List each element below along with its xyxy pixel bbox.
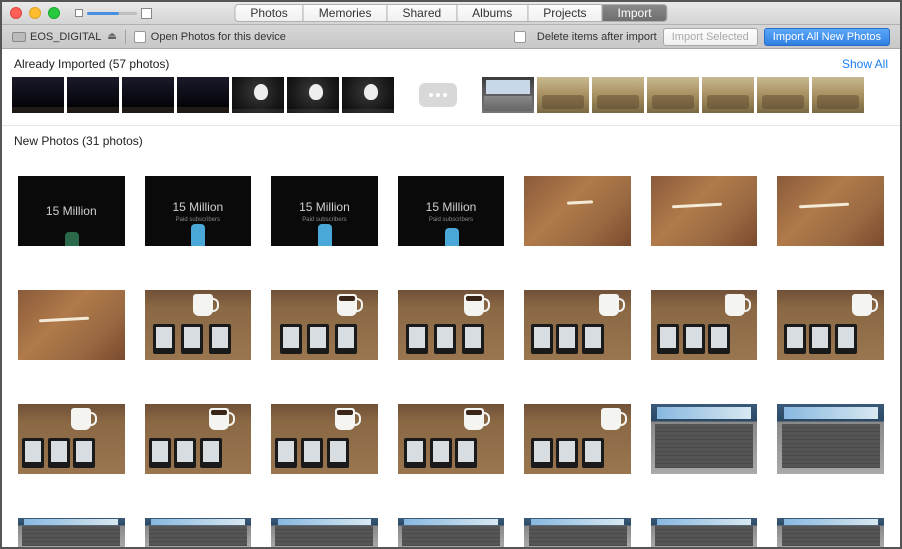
photo-thumbnail[interactable]	[777, 176, 884, 246]
thumbnail[interactable]	[122, 77, 174, 113]
thumbnail[interactable]	[232, 77, 284, 113]
imported-header: Already Imported (57 photos) Show All	[2, 49, 900, 77]
tab-photos[interactable]: Photos	[234, 4, 302, 22]
photo-thumbnail[interactable]	[398, 290, 505, 360]
imported-strip	[2, 77, 900, 126]
close-icon[interactable]	[10, 7, 22, 19]
photo-thumbnail[interactable]	[651, 404, 758, 474]
minimize-icon[interactable]	[29, 7, 41, 19]
slide-text: 15 Million	[46, 204, 97, 218]
eject-icon[interactable]: ⏏	[107, 31, 116, 42]
imported-title: Already Imported (57 photos)	[14, 57, 169, 71]
new-photos-title: New Photos (31 photos)	[14, 134, 143, 148]
photo-thumbnail[interactable]	[777, 404, 884, 474]
open-photos-checkbox[interactable]	[134, 31, 146, 43]
photo-thumbnail[interactable]: 15 Million	[18, 176, 125, 246]
slide-text: 15 Million	[173, 200, 224, 214]
thumbnail[interactable]	[757, 77, 809, 113]
import-all-button[interactable]: Import All New Photos	[764, 28, 890, 46]
delete-after-checkbox[interactable]	[514, 31, 526, 43]
zoom-in-icon	[141, 8, 152, 19]
photo-thumbnail[interactable]	[524, 404, 631, 474]
content-area[interactable]: Already Imported (57 photos) Show All Ne…	[2, 49, 900, 547]
photo-thumbnail[interactable]	[651, 176, 758, 246]
thumbnail[interactable]	[812, 77, 864, 113]
tab-projects[interactable]: Projects	[527, 4, 601, 22]
zoom-track[interactable]	[87, 12, 137, 15]
photo-thumbnail[interactable]	[271, 290, 378, 360]
thumbnail[interactable]	[177, 77, 229, 113]
zoom-out-icon	[75, 9, 83, 17]
titlebar: Photos Memories Shared Albums Projects I…	[2, 2, 900, 25]
photo-thumbnail[interactable]	[777, 518, 884, 547]
tab-albums[interactable]: Albums	[456, 4, 527, 22]
slide-sub: Paid subscribers	[176, 217, 220, 223]
thumbnail[interactable]	[592, 77, 644, 113]
photo-thumbnail[interactable]	[524, 176, 631, 246]
photo-thumbnail[interactable]	[398, 404, 505, 474]
device-name: EOS_DIGITAL	[30, 31, 101, 43]
import-selected-button[interactable]: Import Selected	[663, 28, 758, 46]
photo-thumbnail[interactable]	[398, 518, 505, 547]
photo-thumbnail[interactable]	[651, 518, 758, 547]
device-bar: EOS_DIGITAL ⏏ Open Photos for this devic…	[2, 25, 900, 49]
thumbnail[interactable]	[342, 77, 394, 113]
photo-thumbnail[interactable]	[145, 290, 252, 360]
photo-thumbnail[interactable]	[271, 404, 378, 474]
more-icon[interactable]	[419, 83, 457, 107]
photo-thumbnail[interactable]	[651, 290, 758, 360]
thumbnail[interactable]	[67, 77, 119, 113]
slide-sub: Paid subscribers	[302, 217, 346, 223]
photo-thumbnail[interactable]: 15 Million Paid subscribers	[145, 176, 252, 246]
photo-thumbnail[interactable]	[524, 518, 631, 547]
photo-thumbnail[interactable]	[271, 518, 378, 547]
zoom-slider[interactable]	[75, 8, 152, 19]
thumbnail[interactable]	[537, 77, 589, 113]
photo-thumbnail[interactable]	[145, 404, 252, 474]
show-all-link[interactable]: Show All	[842, 57, 888, 71]
maximize-icon[interactable]	[48, 7, 60, 19]
photo-thumbnail[interactable]	[18, 404, 125, 474]
photo-thumbnail[interactable]	[18, 518, 125, 547]
new-photos-header: New Photos (31 photos)	[2, 126, 900, 154]
sd-card-icon	[12, 32, 26, 42]
tab-shared[interactable]: Shared	[386, 4, 456, 22]
photo-thumbnail[interactable]: 15 Million Paid subscribers	[271, 176, 378, 246]
thumbnail[interactable]	[482, 77, 534, 113]
separator	[125, 30, 126, 44]
slide-text: 15 Million	[299, 200, 350, 214]
thumbnail[interactable]	[12, 77, 64, 113]
tab-memories[interactable]: Memories	[303, 4, 387, 22]
photo-thumbnail[interactable]	[18, 290, 125, 360]
slide-text: 15 Million	[426, 200, 477, 214]
tab-import[interactable]: Import	[602, 4, 668, 22]
window-controls	[10, 7, 60, 19]
thumbnail[interactable]	[287, 77, 339, 113]
photo-thumbnail[interactable]	[777, 290, 884, 360]
thumbnail[interactable]	[647, 77, 699, 113]
thumbnail[interactable]	[702, 77, 754, 113]
delete-after-label: Delete items after import	[537, 31, 657, 43]
photo-thumbnail[interactable]: 15 Million Paid subscribers	[398, 176, 505, 246]
open-photos-label: Open Photos for this device	[151, 31, 286, 43]
view-tabs: Photos Memories Shared Albums Projects I…	[234, 4, 667, 22]
photo-thumbnail[interactable]	[524, 290, 631, 360]
slide-sub: Paid subscribers	[429, 217, 473, 223]
photo-thumbnail[interactable]	[145, 518, 252, 547]
new-photos-grid: 15 Million 15 Million Paid subscribers 15…	[2, 154, 900, 547]
